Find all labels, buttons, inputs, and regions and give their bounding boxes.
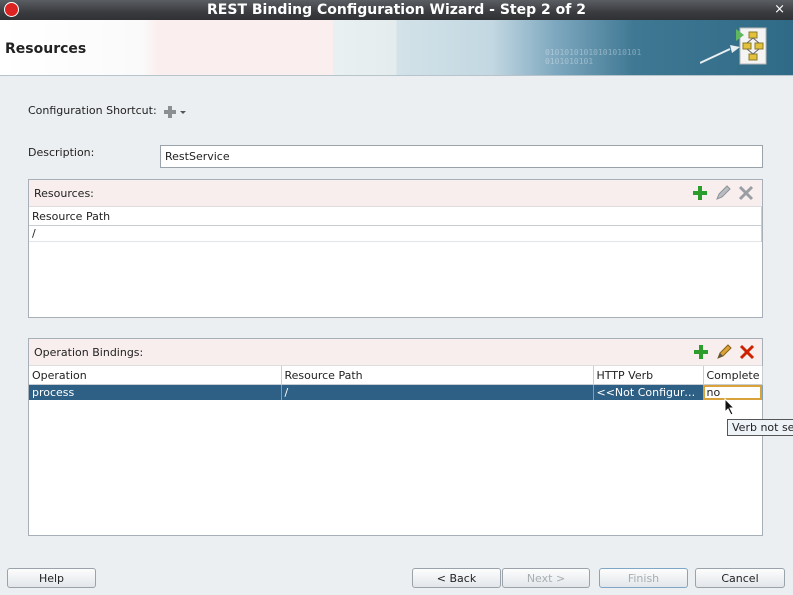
delete-icon bbox=[739, 344, 755, 360]
banner-binary-decoration: 01010101010101010101 0101010101 bbox=[545, 48, 642, 66]
wizard-banner: Resources 01010101010101010101 010101010… bbox=[0, 20, 793, 76]
resources-panel-header: Resources: bbox=[29, 180, 762, 207]
cancel-button[interactable]: Cancel bbox=[695, 568, 785, 588]
pencil-icon bbox=[716, 185, 731, 200]
window-title: REST Binding Configuration Wizard - Step… bbox=[207, 2, 586, 18]
resources-table: Resource Path / bbox=[29, 207, 762, 242]
description-input[interactable] bbox=[160, 145, 763, 168]
mouse-pointer-icon bbox=[724, 398, 736, 416]
operation-bindings-panel: Operation Bindings: Operation Resource P… bbox=[28, 338, 763, 536]
plus-dropdown-icon bbox=[164, 106, 186, 118]
resource-path-cell[interactable]: / bbox=[281, 384, 594, 400]
column-header-resource-path[interactable]: Resource Path bbox=[29, 207, 762, 226]
close-icon[interactable]: × bbox=[774, 0, 785, 20]
add-resource-button[interactable] bbox=[691, 184, 709, 202]
title-bar: REST Binding Configuration Wizard - Step… bbox=[0, 0, 793, 20]
operation-bindings-title: Operation Bindings: bbox=[34, 346, 144, 359]
column-header-resource-path[interactable]: Resource Path bbox=[281, 366, 594, 385]
delete-operation-button[interactable] bbox=[738, 343, 756, 361]
edit-resource-button[interactable] bbox=[714, 184, 732, 202]
config-shortcut-label: Configuration Shortcut: bbox=[28, 104, 157, 117]
pencil-icon bbox=[717, 344, 732, 359]
resources-panel-title: Resources: bbox=[34, 187, 94, 200]
wizard-flow-icon bbox=[700, 27, 767, 65]
table-row[interactable]: process / <<Not Configure... no bbox=[29, 384, 763, 400]
column-header-operation[interactable]: Operation bbox=[29, 366, 282, 385]
add-icon bbox=[694, 345, 708, 359]
help-button[interactable]: Help bbox=[7, 568, 96, 588]
edit-operation-button[interactable] bbox=[715, 343, 733, 361]
oracle-app-icon bbox=[4, 2, 19, 17]
delete-icon bbox=[738, 185, 754, 201]
http-verb-cell[interactable]: <<Not Configure... bbox=[593, 384, 704, 400]
column-header-complete[interactable]: Complete bbox=[703, 366, 763, 385]
operation-bindings-table: Operation Resource Path HTTP Verb Comple… bbox=[29, 366, 763, 400]
back-button[interactable]: < Back bbox=[412, 568, 501, 588]
add-operation-button[interactable] bbox=[692, 343, 710, 361]
finish-button[interactable]: Finish bbox=[599, 568, 688, 588]
operation-bindings-header: Operation Bindings: bbox=[29, 339, 762, 366]
tooltip: Verb not sel bbox=[727, 419, 793, 436]
resources-panel: Resources: Resource Path / bbox=[28, 179, 763, 318]
table-row[interactable]: / bbox=[29, 225, 762, 242]
description-label: Description: bbox=[28, 146, 95, 159]
add-icon bbox=[693, 186, 707, 200]
column-header-http-verb[interactable]: HTTP Verb bbox=[593, 366, 704, 385]
delete-resource-button[interactable] bbox=[737, 184, 755, 202]
resource-path-cell[interactable]: / bbox=[29, 225, 762, 242]
operation-cell[interactable]: process bbox=[29, 384, 282, 400]
next-button[interactable]: Next > bbox=[502, 568, 590, 588]
config-shortcut-button[interactable] bbox=[163, 104, 189, 120]
page-title: Resources bbox=[5, 41, 87, 57]
